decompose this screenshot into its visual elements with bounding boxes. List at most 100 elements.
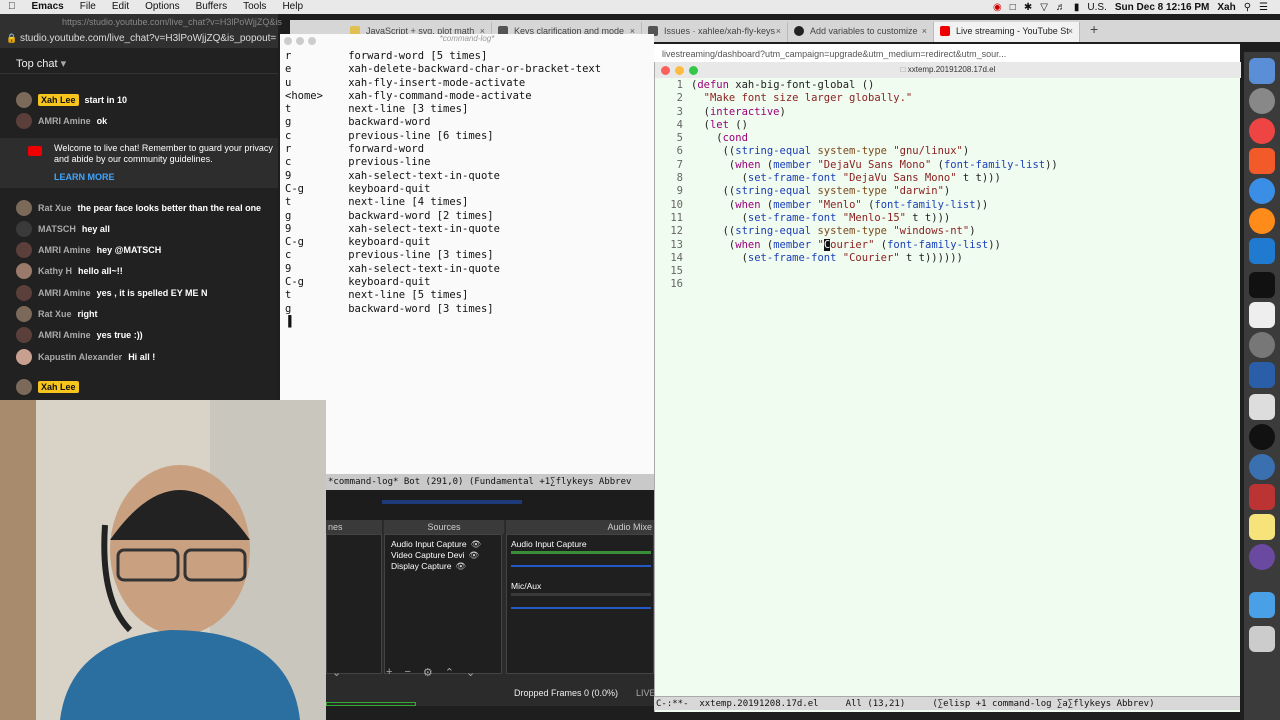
chat-message: Kapustin Alexander Hi all ! — [16, 349, 155, 365]
eye-icon[interactable]: 👁 — [469, 550, 480, 560]
finder-icon[interactable] — [1249, 58, 1275, 84]
command-log-buffer[interactable]: r forward-word [5 times] e xah-delete-ba… — [285, 50, 601, 329]
volume-icon[interactable]: ♬ — [1056, 2, 1066, 13]
mixer-channel-label: Mic/Aux — [511, 581, 542, 591]
input-source[interactable]: U.S. — [1087, 2, 1106, 13]
close-icon[interactable]: × — [922, 26, 927, 36]
address-bar[interactable]: livestreaming/dashboard?utm_campaign=upg… — [654, 44, 1240, 64]
calendar-icon[interactable] — [1249, 394, 1275, 420]
live-indicator: LIVE — [636, 688, 656, 698]
photo-booth-icon[interactable] — [1249, 484, 1275, 510]
safari-icon[interactable] — [1249, 178, 1275, 204]
chat-author[interactable]: MATSCH — [38, 224, 76, 234]
source-item[interactable]: Video Capture Devi 👁 — [391, 550, 479, 561]
chat-author[interactable]: Rat Xue — [38, 203, 72, 213]
user-menu[interactable]: Xah — [1217, 2, 1235, 13]
remove-icon[interactable]: − — [404, 666, 410, 680]
scenes-list[interactable] — [326, 534, 382, 674]
chat-author[interactable]: AMRI Amine — [38, 288, 91, 298]
wifi-icon[interactable]: ▽ — [1040, 2, 1048, 13]
stream-status-bar — [326, 702, 416, 706]
volume-slider[interactable] — [511, 607, 651, 609]
chrome-icon[interactable] — [1249, 118, 1275, 144]
browser-tab[interactable]: Issues · xahlee/xah-fly-keys × — [642, 22, 788, 42]
source-item[interactable]: Audio Input Capture 👁 — [391, 539, 481, 550]
firefox-icon[interactable] — [1249, 208, 1275, 234]
launchpad-icon[interactable] — [1249, 88, 1275, 114]
volume-slider[interactable] — [511, 565, 651, 567]
notes-icon[interactable] — [1249, 514, 1275, 540]
menu-buffers[interactable]: Buffers — [188, 0, 236, 14]
zoom-window-button[interactable] — [689, 66, 698, 75]
brave-icon[interactable] — [1249, 148, 1275, 174]
add-icon[interactable]: + — [386, 666, 392, 680]
chevron-down-icon[interactable]: ⌄ — [332, 666, 341, 680]
minimize-window-button[interactable] — [675, 66, 684, 75]
source-label: Video Capture Devi — [391, 550, 465, 560]
learn-more-link[interactable]: LEARN MORE — [54, 172, 115, 182]
vscode-icon[interactable] — [1249, 238, 1275, 264]
menu-edit[interactable]: Edit — [104, 0, 137, 14]
edge-icon[interactable] — [1249, 454, 1275, 480]
app-menu[interactable]: Emacs — [24, 0, 72, 14]
chat-input-row[interactable]: Xah Lee — [16, 379, 79, 395]
browser-tab[interactable]: Add variables to customize × — [788, 22, 934, 42]
clock[interactable]: Sun Dec 8 12:16 PM — [1115, 2, 1209, 13]
trash-icon[interactable] — [1249, 626, 1275, 652]
sources-list[interactable]: Audio Input Capture 👁 Video Capture Devi 👁… — [384, 534, 502, 674]
eye-icon[interactable]: 👁 — [471, 539, 482, 549]
window-title: *command-log* — [439, 34, 495, 43]
folder-icon[interactable] — [1249, 592, 1275, 618]
activity-monitor-icon[interactable] — [1249, 362, 1275, 388]
chat-author[interactable]: Rat Xue — [38, 309, 72, 319]
chevron-down-icon[interactable]: ⌄ — [466, 666, 475, 680]
volume-meter — [511, 551, 651, 554]
window-icon[interactable]: □ — [1010, 2, 1016, 13]
emacs-icon[interactable] — [1249, 544, 1275, 570]
avatar — [16, 327, 32, 343]
close-window-button[interactable] — [661, 66, 670, 75]
chat-author[interactable]: Kapustin Alexander — [38, 352, 122, 362]
menu-options[interactable]: Options — [137, 0, 187, 14]
chat-message: AMRI Amine hey @MATSCH — [16, 242, 161, 258]
gear-icon[interactable]: ⚙ — [423, 666, 433, 680]
chat-author[interactable]: AMRI Amine — [38, 116, 91, 126]
textedit-icon[interactable] — [1249, 302, 1275, 328]
source-item[interactable]: Display Capture 👁 — [391, 561, 466, 572]
file-icon: □ — [900, 65, 906, 74]
chat-message: MATSCH hey all — [16, 221, 110, 237]
control-center-icon[interactable]: ☰ — [1259, 2, 1268, 13]
battery-icon[interactable]: ▮ — [1074, 2, 1080, 13]
close-icon[interactable]: × — [1068, 26, 1073, 36]
avatar — [16, 285, 32, 301]
search-icon[interactable]: ⚲ — [1244, 2, 1251, 13]
menu-file[interactable]: File — [72, 0, 104, 14]
bluetooth-icon[interactable]: ✱ — [1024, 2, 1032, 13]
eye-icon[interactable]: 👁 — [455, 561, 466, 571]
chat-text: yes true :)) — [96, 330, 143, 340]
close-icon[interactable]: × — [776, 26, 781, 36]
chat-text: ok — [96, 116, 108, 126]
chat-author[interactable]: Xah Lee — [38, 94, 79, 106]
chevron-up-icon[interactable]: ⌃ — [445, 666, 454, 680]
chat-message: AMRI Amine yes , it is spelled EY ME N — [16, 285, 208, 301]
browser-tab-active[interactable]: Live streaming - YouTube St × — [934, 22, 1080, 42]
obs-status-icon[interactable]: ◉ — [993, 2, 1002, 13]
menu-tools[interactable]: Tools — [235, 0, 274, 14]
code-buffer[interactable]: 1 (defun xah-big-font-global () 2 "Make f… — [659, 79, 1057, 292]
new-tab-button[interactable]: + — [1090, 21, 1098, 37]
apple-menu-icon[interactable]:  — [0, 0, 24, 14]
obs-icon[interactable] — [1249, 424, 1275, 450]
url-field[interactable]: studio.youtube.com/live_chat?v=H3lPoWjjZ… — [20, 33, 276, 44]
chat-author[interactable]: AMRI Amine — [38, 245, 91, 255]
emacs-modeline: C-:**- xxtemp.20191208.17d.el All (13,21… — [654, 696, 1240, 710]
youtube-icon — [28, 146, 42, 156]
chat-mode-selector[interactable]: Top chat ▾ — [0, 54, 278, 74]
webcam-image — [0, 400, 326, 720]
menu-help[interactable]: Help — [274, 0, 311, 14]
chat-author[interactable]: AMRI Amine — [38, 330, 91, 340]
terminal-icon[interactable] — [1249, 272, 1275, 298]
system-preferences-icon[interactable] — [1249, 332, 1275, 358]
chat-author[interactable]: Kathy H — [38, 266, 72, 276]
welcome-text: Welcome to live chat! Remember to guard … — [54, 143, 273, 164]
